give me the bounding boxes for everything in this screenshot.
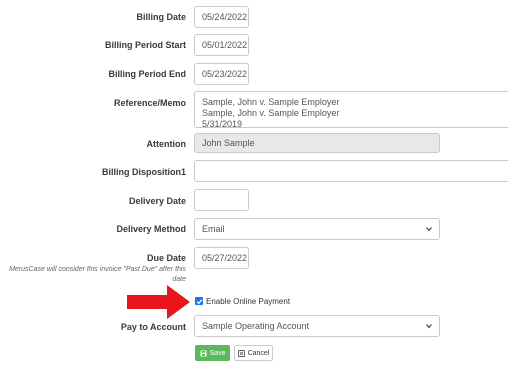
billing-period-end-label: Billing Period End — [108, 69, 186, 79]
delivery-date-label: Delivery Date — [128, 196, 186, 206]
checkmark-icon — [196, 298, 202, 304]
reference-memo-textarea[interactable]: Sample, John v. Sample Employer Sample, … — [194, 91, 508, 128]
billing-date-label: Billing Date — [136, 12, 186, 22]
pay-to-account-label: Pay to Account — [120, 322, 186, 332]
attention-input[interactable]: John Sample — [194, 133, 440, 153]
memo-line-3: 5/31/2019 — [202, 119, 243, 128]
billing-disposition-label: Billing Disposition1 — [101, 167, 186, 177]
delivery-method-value: Email — [202, 224, 225, 234]
save-button-label: Save — [209, 349, 226, 357]
chevron-down-icon — [426, 324, 432, 329]
due-date-label: Due Date — [146, 253, 186, 263]
reference-memo-label: Reference/Memo — [113, 98, 186, 108]
pay-to-account-select[interactable]: Sample Operating Account — [194, 315, 440, 337]
chevron-down-icon — [426, 227, 432, 232]
due-date-hint: MerusCase will consider this invoice "Pa… — [9, 266, 186, 283]
billing-disposition-input[interactable] — [194, 160, 508, 182]
cancel-button-label: Cancel — [247, 349, 270, 357]
cancel-button[interactable]: Cancel — [234, 345, 273, 361]
billing-date-input[interactable]: 05/24/2022 — [194, 6, 249, 28]
pay-to-account-value: Sample Operating Account — [202, 321, 310, 331]
memo-line-2: Sample, John v. Sample Employer — [202, 108, 340, 118]
billing-period-end-input[interactable]: 05/23/2022 — [194, 63, 249, 85]
due-date-input[interactable]: 05/27/2022 — [194, 247, 249, 269]
save-icon — [200, 350, 207, 356]
delivery-method-label: Delivery Method — [116, 224, 186, 234]
billing-period-start-label: Billing Period Start — [104, 40, 186, 50]
red-arrow-icon — [127, 285, 190, 319]
enable-online-payment-label[interactable]: Enable Online Payment — [206, 297, 290, 307]
cancel-icon — [237, 349, 245, 357]
enable-online-payment-checkbox[interactable] — [195, 297, 203, 305]
billing-period-start-input[interactable]: 05/01/2022 — [194, 34, 249, 56]
delivery-date-input[interactable] — [194, 189, 249, 211]
delivery-method-select[interactable]: Email — [194, 218, 440, 240]
attention-label: Attention — [146, 139, 187, 149]
memo-line-1: Sample, John v. Sample Employer — [202, 97, 340, 107]
save-button[interactable]: Save — [195, 345, 230, 361]
